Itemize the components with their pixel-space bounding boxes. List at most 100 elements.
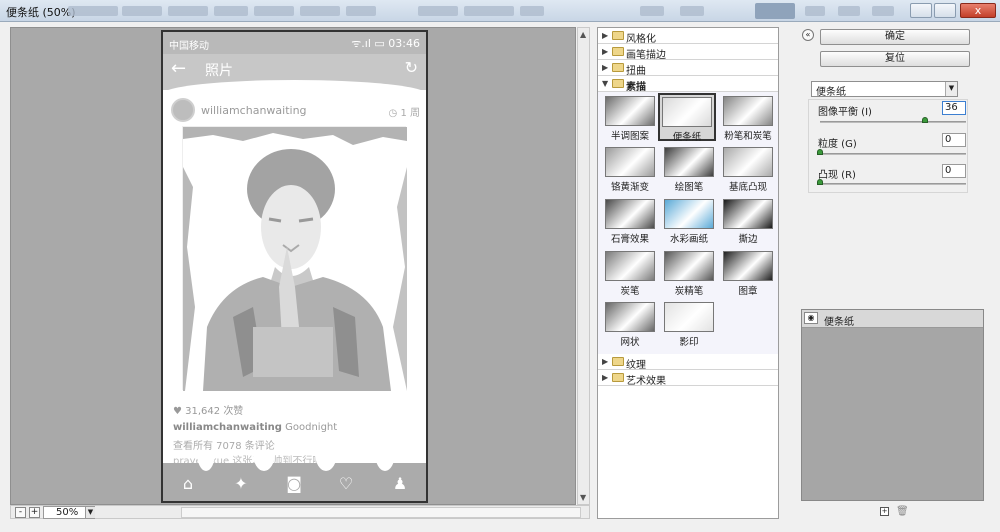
filter-thumbnail-selected[interactable]: 便条纸 bbox=[658, 93, 716, 143]
avatar bbox=[171, 98, 195, 122]
folder-icon bbox=[612, 47, 624, 56]
toolbar-button[interactable] bbox=[418, 6, 458, 16]
collapse-arrow-icon[interactable]: ▼ bbox=[602, 79, 608, 88]
image-balance-slider[interactable] bbox=[820, 121, 966, 123]
window-title-bar: 便条纸 (50%) x bbox=[0, 0, 1000, 22]
zoom-out-button[interactable]: - bbox=[15, 507, 26, 518]
filter-thumbnail[interactable]: 炭笔 bbox=[601, 249, 659, 297]
graininess-slider-thumb[interactable] bbox=[817, 149, 823, 155]
toolbar-button[interactable] bbox=[520, 6, 544, 16]
zoom-in-button[interactable]: + bbox=[29, 507, 40, 518]
toolbar-button[interactable] bbox=[680, 6, 704, 16]
filter-select[interactable]: 便条纸 ▼ bbox=[811, 81, 958, 98]
toolbar-button[interactable] bbox=[168, 6, 208, 16]
category-brush-strokes[interactable]: ▶ 画笔描边 bbox=[598, 44, 778, 61]
filter-gallery: ▶ 风格化 ▶ 画笔描边 ▶ 扭曲 ▼ 素描 半调图案 便条纸 粉笔和炭笔 铬黄渐变 绘… bbox=[597, 27, 779, 519]
filter-thumbnail[interactable]: 铬黄渐变 bbox=[601, 145, 659, 193]
toolbar-button[interactable] bbox=[805, 6, 825, 16]
new-effect-layer-icon[interactable]: + bbox=[880, 507, 889, 516]
category-texture[interactable]: ▶ 纹理 bbox=[598, 354, 778, 371]
folder-icon bbox=[612, 357, 624, 366]
filter-thumbnail[interactable]: 绘图笔 bbox=[660, 145, 718, 193]
folder-icon bbox=[612, 31, 624, 40]
category-distort[interactable]: ▶ 扭曲 bbox=[598, 60, 778, 77]
category-artistic[interactable]: ▶ 艺术效果 bbox=[598, 370, 778, 387]
graininess-slider[interactable] bbox=[820, 153, 966, 155]
phone-tab-bar: ⌂ ✦ ◙ ♡ ♟ bbox=[163, 453, 426, 501]
filter-thumbnail[interactable]: 撕边 bbox=[719, 197, 777, 245]
filter-thumbnail[interactable]: 水彩画纸 bbox=[660, 197, 718, 245]
expand-arrow-icon[interactable]: ▶ bbox=[602, 31, 608, 40]
folder-icon bbox=[612, 373, 624, 382]
toolbar-button[interactable] bbox=[872, 6, 894, 16]
camera-icon: ◙ bbox=[286, 474, 302, 493]
minimize-button[interactable] bbox=[910, 3, 932, 18]
phone-status-bar: 中国移动 ᯤ.ıl ▭ 03:46 bbox=[163, 32, 426, 54]
carrier-label: 中国移动 bbox=[169, 41, 209, 52]
toolbar-highlight-button[interactable] bbox=[755, 3, 795, 19]
view-all-comments-link: 查看所有 7078 条评论 bbox=[173, 441, 275, 452]
sketch-portrait-image bbox=[183, 127, 407, 391]
relief-slider[interactable] bbox=[820, 183, 966, 185]
caption-text: Goodnight bbox=[281, 422, 338, 433]
filter-thumbnail[interactable]: 影印 bbox=[660, 300, 718, 348]
scroll-up-icon[interactable]: ▲ bbox=[580, 30, 586, 39]
toolbar-button[interactable] bbox=[640, 6, 664, 16]
canvas-zoom-bar: - + 50% ▼ bbox=[10, 505, 590, 519]
filter-thumbnail[interactable]: 基底凸现 bbox=[719, 145, 777, 193]
post-photo bbox=[182, 126, 407, 391]
canvas-vertical-scrollbar[interactable]: ▲ ▼ bbox=[577, 27, 590, 505]
toolbar-button[interactable] bbox=[464, 6, 514, 16]
trash-icon[interactable]: 🗑 bbox=[896, 507, 909, 517]
canvas-horizontal-scrollbar[interactable] bbox=[181, 507, 581, 518]
relief-slider-thumb[interactable] bbox=[817, 179, 823, 185]
filter-thumbnail[interactable]: 炭精笔 bbox=[660, 249, 718, 297]
chevron-down-icon[interactable]: ▼ bbox=[85, 507, 95, 518]
category-stylize[interactable]: ▶ 风格化 bbox=[598, 28, 778, 45]
toolbar-button[interactable] bbox=[68, 6, 118, 16]
toolbar-button[interactable] bbox=[838, 6, 860, 16]
collapse-gallery-icon[interactable]: « bbox=[802, 29, 814, 41]
graininess-input[interactable]: 0 bbox=[942, 133, 966, 147]
expand-arrow-icon[interactable]: ▶ bbox=[602, 357, 608, 366]
image-balance-slider-thumb[interactable] bbox=[922, 117, 929, 123]
toolbar-button[interactable] bbox=[346, 6, 376, 16]
post-header: williamchanwaiting ◷ 1 周 bbox=[163, 92, 426, 126]
filter-thumbnail[interactable]: 图章 bbox=[719, 249, 777, 297]
effect-layers-panel: ◉ 便条纸 bbox=[801, 309, 984, 501]
filter-thumbnail[interactable]: 网状 bbox=[601, 300, 659, 348]
eye-icon[interactable]: ◉ bbox=[804, 312, 818, 324]
header-title: 照片 bbox=[205, 63, 233, 79]
filter-thumbnail[interactable]: 石膏效果 bbox=[601, 197, 659, 245]
refresh-icon: ↻ bbox=[404, 58, 418, 77]
expand-arrow-icon[interactable]: ▶ bbox=[602, 63, 608, 72]
reset-button[interactable]: 复位 bbox=[820, 51, 970, 67]
close-button[interactable]: x bbox=[960, 3, 996, 18]
filter-thumbnail[interactable]: 粉笔和炭笔 bbox=[719, 94, 777, 142]
maximize-button[interactable] bbox=[934, 3, 956, 18]
scroll-down-icon[interactable]: ▼ bbox=[580, 493, 586, 502]
phone-screenshot-preview: 中国移动 ᯤ.ıl ▭ 03:46 ← 照片 ↻ williamchanwait… bbox=[161, 30, 428, 503]
home-icon: ⌂ bbox=[182, 474, 194, 493]
toolbar-button[interactable] bbox=[122, 6, 162, 16]
expand-arrow-icon[interactable]: ▶ bbox=[602, 47, 608, 56]
post-time: ◷ 1 周 bbox=[388, 108, 420, 119]
ok-button[interactable]: 确定 bbox=[820, 29, 970, 45]
toolbar-button[interactable] bbox=[214, 6, 248, 16]
post-username: williamchanwaiting bbox=[201, 104, 307, 117]
chevron-down-icon[interactable]: ▼ bbox=[945, 82, 957, 96]
window-title: 便条纸 (50%) bbox=[6, 6, 76, 19]
graininess-label: 粒度 (G) bbox=[818, 139, 857, 150]
likes-count: ♥ 31,642 次赞 bbox=[173, 406, 244, 417]
image-balance-input[interactable]: 36 bbox=[942, 101, 966, 115]
filter-select-value: 便条纸 bbox=[816, 87, 846, 98]
toolbar-button[interactable] bbox=[300, 6, 340, 16]
effect-layer-row[interactable]: ◉ 便条纸 bbox=[802, 310, 983, 328]
toolbar-button[interactable] bbox=[254, 6, 294, 16]
image-balance-label: 图像平衡 (I) bbox=[818, 107, 872, 118]
category-sketch[interactable]: ▼ 素描 bbox=[598, 76, 778, 93]
expand-arrow-icon[interactable]: ▶ bbox=[602, 373, 608, 382]
phone-app-header: ← 照片 ↻ bbox=[163, 54, 426, 94]
relief-input[interactable]: 0 bbox=[942, 164, 966, 178]
filter-thumbnail[interactable]: 半调图案 bbox=[601, 94, 659, 142]
